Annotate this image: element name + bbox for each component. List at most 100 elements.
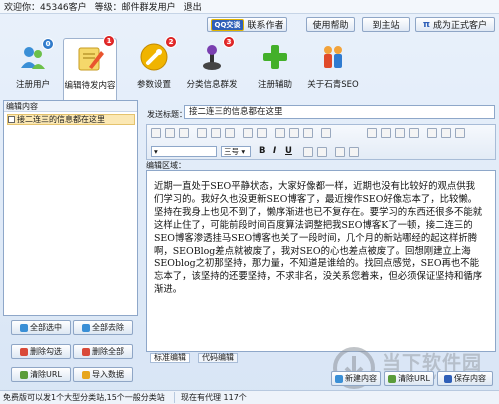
panel-title: 编辑内容	[4, 101, 137, 112]
align-center-icon[interactable]	[381, 128, 391, 138]
delete-all-button[interactable]: 删除全部	[73, 344, 133, 359]
help-label: 使用帮助	[312, 21, 349, 31]
tool-badge: 0	[42, 38, 54, 50]
help-button[interactable]: 使用帮助	[306, 17, 355, 32]
welcome-text: 欢迎你：45346客户	[4, 3, 87, 13]
plus-icon	[260, 42, 290, 72]
italic-icon[interactable]: I	[273, 146, 276, 156]
content-editor[interactable]: 近期一直处于SEO平静状态，大家好像都一样，近期也没有比较好的观点供我们学习的。…	[146, 170, 496, 352]
deselect-all-button[interactable]: 全部去除	[73, 320, 133, 335]
redo-icon[interactable]	[257, 128, 267, 138]
app-window: 欢迎你：45346客户 等级：邮件群发用户 退出 QQ交谈 联系作者 使用帮助 …	[0, 0, 499, 404]
paste-icon[interactable]	[225, 128, 235, 138]
align-left-icon[interactable]	[367, 128, 377, 138]
import-data-button[interactable]: 导入数据	[73, 367, 133, 382]
wrench-icon: 2	[139, 36, 177, 72]
select-icon	[20, 323, 28, 332]
bold-icon[interactable]: B	[259, 146, 265, 156]
font-family-select[interactable]: ▾	[151, 146, 217, 157]
font-color-icon[interactable]	[303, 147, 313, 157]
save-content-button[interactable]: 保存内容	[437, 371, 493, 386]
delete-checked-label: 删除勾选	[30, 347, 62, 356]
editor-mode-tabs: 标准编辑 代码编辑	[146, 353, 496, 363]
subscript-icon[interactable]	[349, 147, 359, 157]
clear-url-label: 清除URL	[30, 370, 62, 379]
status-license-text: 免费版可以发1个大型分类站,15个一般分类站	[0, 392, 175, 403]
save-content-label: 保存内容	[454, 374, 486, 383]
delete-checked-button[interactable]: 删除勾选	[11, 344, 71, 359]
tool-label: 注册用户	[15, 80, 50, 90]
import-icon	[82, 370, 90, 379]
editor-clear-url-label: 清除URL	[398, 374, 430, 383]
undo-icon[interactable]	[243, 128, 253, 138]
tool-badge: 3	[223, 36, 235, 48]
select-all-button[interactable]: 全部选中	[11, 320, 71, 335]
list-icon[interactable]	[427, 128, 437, 138]
new-doc-icon[interactable]	[151, 128, 161, 138]
tool-register-assist[interactable]: 注册辅助	[248, 38, 302, 96]
editor-text[interactable]: 近期一直处于SEO平静状态，大家好像都一样，近期也没有比较好的观点供我们学习的。…	[154, 181, 484, 297]
outdent-icon[interactable]	[455, 128, 465, 138]
superscript-icon[interactable]	[335, 147, 345, 157]
contact-author-label: 联系作者	[247, 21, 284, 31]
tool-label: 编辑待发内容	[64, 81, 116, 91]
font-size-select[interactable]: 三号 ▾	[221, 146, 251, 157]
editor-clear-url-button[interactable]: 清除URL	[384, 371, 434, 386]
tool-settings[interactable]: 2 参数设置	[127, 36, 181, 96]
underline-icon[interactable]: U	[285, 146, 292, 156]
contact-author-button[interactable]: QQ交谈 联系作者	[207, 17, 287, 32]
font-size-value: 三号	[224, 147, 239, 156]
clear-icon	[388, 374, 397, 383]
open-icon[interactable]	[165, 128, 175, 138]
status-proxy-text: 现在有代理 117个	[181, 393, 247, 402]
align-right-icon[interactable]	[395, 128, 405, 138]
deselect-all-label: 全部去除	[92, 323, 124, 332]
image-icon[interactable]	[289, 128, 299, 138]
tool-badge: 1	[103, 35, 115, 47]
user-level: 等级：邮件群发用户	[94, 3, 176, 13]
deselect-icon	[82, 323, 90, 332]
table-icon[interactable]	[303, 128, 313, 138]
item-checkbox[interactable]	[8, 116, 15, 123]
upgrade-button[interactable]: π 成为正式客户	[415, 17, 495, 32]
justify-icon[interactable]	[409, 128, 419, 138]
list-item[interactable]: 接二连三的信息都在这里	[7, 114, 135, 125]
send-title-label: 发送标题：	[147, 110, 187, 119]
delete-all-label: 删除全部	[92, 347, 124, 356]
upgrade-label: 成为正式客户	[433, 21, 488, 31]
editor-toolbar: ▾ 三号 ▾ B I U	[146, 124, 496, 160]
tool-register-user[interactable]: 0 注册用户	[6, 38, 60, 96]
cut-icon[interactable]	[197, 128, 207, 138]
joystick-icon: 3	[197, 36, 235, 72]
hr-icon[interactable]	[321, 128, 331, 138]
edit-note-icon: 1	[75, 35, 115, 73]
link-icon[interactable]	[275, 128, 285, 138]
import-data-label: 导入数据	[92, 370, 124, 379]
users-icon: 0	[18, 38, 54, 72]
main-site-button[interactable]: 到主站	[362, 17, 410, 32]
tab-code-edit[interactable]: 代码编辑	[198, 353, 238, 363]
tool-classified-send[interactable]: 3 分类信息群发	[185, 36, 239, 96]
indent-icon[interactable]	[441, 128, 451, 138]
copy-icon[interactable]	[211, 128, 221, 138]
clear-url-button[interactable]: 清除URL	[11, 367, 71, 382]
delete-icon	[20, 347, 28, 356]
save-icon[interactable]	[179, 128, 189, 138]
user-info-bar: 欢迎你：45346客户 等级：邮件群发用户 退出	[0, 0, 499, 14]
highlight-icon[interactable]	[317, 147, 327, 157]
new-content-button[interactable]: 新建内容	[331, 371, 381, 386]
logout-link[interactable]: 退出	[184, 0, 202, 13]
tab-standard-edit[interactable]: 标准编辑	[150, 353, 190, 363]
tool-badge: 2	[165, 36, 177, 48]
delete-icon	[82, 347, 90, 356]
tool-edit-content[interactable]: 1 编辑待发内容	[63, 35, 117, 100]
main-site-label: 到主站	[372, 21, 400, 31]
upgrade-icon: π	[422, 19, 431, 30]
new-content-label: 新建内容	[345, 374, 377, 383]
list-item-label: 接二连三的信息都在这里	[17, 115, 105, 124]
tool-label: 参数设置	[136, 80, 171, 90]
qq-chat-badge: QQ交谈	[210, 18, 245, 31]
tool-about[interactable]: 关于石青SEO	[306, 38, 360, 96]
send-title-input[interactable]: 接二连三的信息都在这里	[184, 105, 495, 119]
content-list-panel: 编辑内容 接二连三的信息都在这里	[3, 100, 138, 316]
